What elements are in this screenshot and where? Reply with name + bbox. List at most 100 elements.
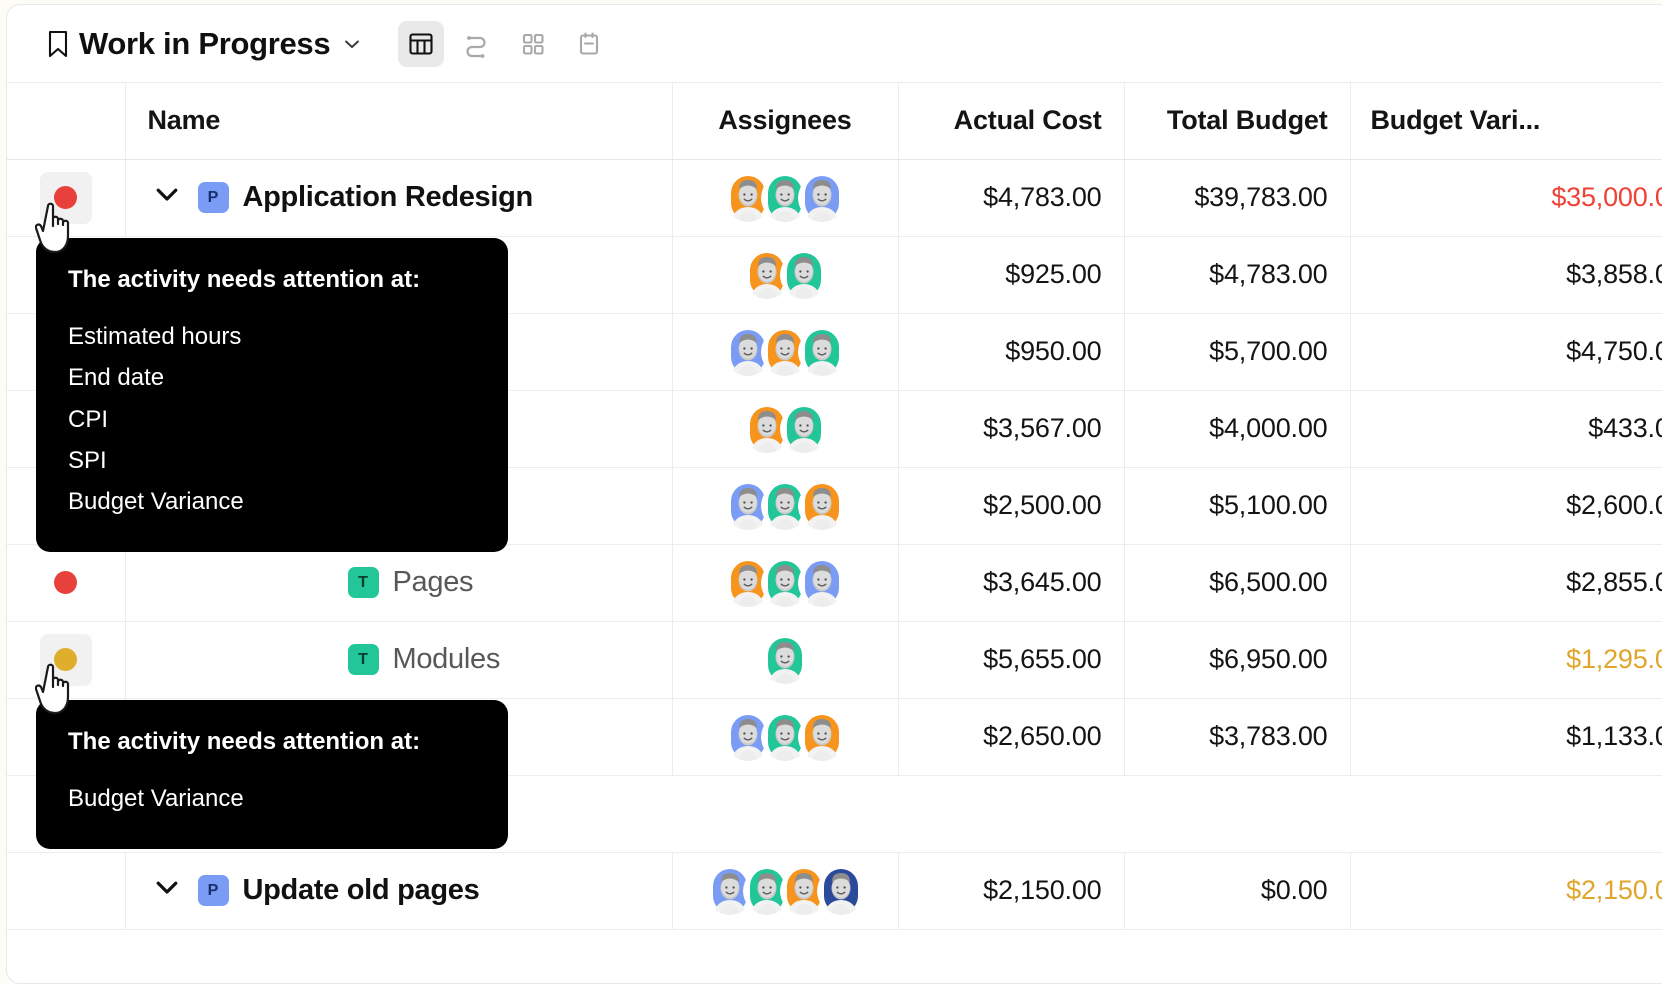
status-indicator-cell[interactable] xyxy=(7,390,126,468)
total-budget-cell[interactable]: $3,783.00 xyxy=(1124,698,1351,776)
total-budget-cell[interactable]: $6,950.00 xyxy=(1124,621,1351,699)
status-indicator-cell[interactable] xyxy=(7,775,125,853)
actual-cost-cell[interactable]: $2,150.00 xyxy=(898,852,1125,930)
budget-variance-cell[interactable]: $4,750.00 xyxy=(1350,313,1662,391)
name-cell[interactable]: P Update old pages xyxy=(125,852,673,930)
assignees-cell[interactable] xyxy=(672,159,899,237)
total-budget-cell[interactable]: $5,700.00 xyxy=(1124,313,1351,391)
actual-cost-cell[interactable]: $3,645.00 xyxy=(898,544,1125,622)
actual-cost-cell[interactable]: $925.00 xyxy=(898,236,1125,314)
avatar[interactable] xyxy=(779,250,828,299)
name-cell[interactable]: T ents xyxy=(125,467,673,545)
total-budget-cell[interactable]: $4,783.00 xyxy=(1124,236,1351,314)
actual-cost-cell[interactable]: $950.00 xyxy=(898,313,1125,391)
name-cell[interactable]: P Application Redesign xyxy=(125,159,673,237)
avatar[interactable] xyxy=(798,558,846,607)
status-indicator-cell[interactable] xyxy=(7,852,126,930)
status-indicator-cell[interactable] xyxy=(7,313,126,391)
chevron-down-icon[interactable] xyxy=(340,34,362,54)
name-cell[interactable]: T xyxy=(125,698,673,776)
avatar[interactable] xyxy=(798,173,846,222)
total-budget-cell[interactable]: $0.00 xyxy=(1124,852,1351,930)
name-cell[interactable]: T Modules xyxy=(125,621,673,699)
chevron-down-icon[interactable] xyxy=(152,872,182,909)
total-budget-cell[interactable]: $5,100.00 xyxy=(1124,467,1351,545)
avatar[interactable] xyxy=(761,635,809,684)
name-cell[interactable]: T xyxy=(125,313,673,391)
avatar[interactable] xyxy=(798,481,846,530)
actual-cost-cell[interactable] xyxy=(898,775,1124,853)
assignees-cell[interactable] xyxy=(672,775,898,853)
actual-cost-cell[interactable]: $4,783.00 xyxy=(898,159,1125,237)
column-header-total-budget[interactable]: Total Budget xyxy=(1124,83,1351,160)
assignees-cell[interactable] xyxy=(672,467,899,545)
status-indicator-cell[interactable] xyxy=(7,544,126,622)
actual-cost-cell[interactable]: $2,650.00 xyxy=(898,698,1125,776)
assignees-cell[interactable] xyxy=(672,313,899,391)
actual-cost-cell[interactable]: $2,500.00 xyxy=(898,467,1125,545)
status-dot-button[interactable] xyxy=(40,557,92,609)
item-type-badge-project: P xyxy=(197,875,229,906)
total-budget-cell[interactable] xyxy=(1124,775,1350,853)
board-view-button[interactable] xyxy=(510,21,556,67)
name-cell[interactable]: T Pages xyxy=(125,544,673,622)
table-row[interactable]: T Pages $3,645.00 $6,500.00 $2,855. xyxy=(7,544,1662,622)
column-header-assignees[interactable]: Assignees xyxy=(672,83,899,160)
column-header-name[interactable]: Name xyxy=(125,83,673,160)
workflow-view-button[interactable] xyxy=(454,21,500,67)
table-row[interactable]: T Modules $5,655.00$6,950.00$1,295.00 xyxy=(7,621,1662,699)
budget-variance-cell[interactable]: $1,133.00 xyxy=(1350,698,1662,776)
view-title-dropdown[interactable]: Work in Progress xyxy=(47,26,362,62)
status-indicator-cell[interactable] xyxy=(7,159,126,237)
name-cell[interactable]: T xyxy=(125,236,673,314)
budget-variance-cell[interactable]: $2,600.00 xyxy=(1350,467,1662,545)
status-dot-button[interactable] xyxy=(39,171,92,224)
table-row[interactable]: P Update old pages $2,150.00 $0.00 $2,15… xyxy=(7,852,1662,930)
name-cell[interactable]: T ts xyxy=(125,390,673,468)
actual-cost-cell[interactable]: $3,567.00 xyxy=(898,390,1125,468)
budget-variance-cell[interactable]: $433.00 xyxy=(1350,390,1662,468)
table-row[interactable]: T ents $2,500.00 $5,100.00 $2,600. xyxy=(7,467,1662,545)
actual-cost-cell[interactable]: $5,655.00 xyxy=(898,621,1125,699)
table-row[interactable]: T xyxy=(7,236,1662,314)
calendar-view-button[interactable] xyxy=(566,21,612,67)
table-row[interactable]: P Application Redesign $4,783.00 $39,783… xyxy=(7,159,1662,237)
assignees-cell[interactable] xyxy=(672,621,899,699)
status-indicator-cell[interactable] xyxy=(7,467,126,545)
assignees-cell[interactable] xyxy=(672,852,899,930)
total-budget-cell[interactable]: $39,783.00 xyxy=(1124,159,1351,237)
avatar[interactable] xyxy=(779,404,828,453)
column-header-budget-variance[interactable]: Budget Vari... xyxy=(1350,83,1662,160)
table-row-empty[interactable] xyxy=(7,775,1662,853)
budget-variance-cell[interactable]: $2,150.00 xyxy=(1350,852,1662,930)
assignees-cell[interactable] xyxy=(672,236,899,314)
table-row[interactable]: T xyxy=(7,698,1662,776)
total-budget-cell[interactable]: $4,000.00 xyxy=(1124,390,1351,468)
table-row[interactable]: T xyxy=(7,313,1662,391)
avatar[interactable] xyxy=(798,712,846,761)
status-indicator-cell[interactable] xyxy=(7,698,126,776)
budget-variance-cell[interactable]: $1,295.00 xyxy=(1350,621,1662,699)
table-row[interactable]: T ts $3,567.00 $4,000.00 $433. xyxy=(7,390,1662,468)
name-cell[interactable] xyxy=(125,775,672,853)
chevron-down-icon[interactable] xyxy=(152,179,182,216)
total-budget-cell[interactable]: $6,500.00 xyxy=(1124,544,1351,622)
assignees-cell[interactable] xyxy=(672,698,899,776)
budget-variance-cell[interactable]: $2,855.00 xyxy=(1350,544,1662,622)
budget-variance-cell[interactable] xyxy=(1350,775,1662,853)
status-indicator-cell[interactable] xyxy=(7,236,126,314)
table-scroll-container[interactable]: Name Assignees Actual Cost Total Budget … xyxy=(7,83,1662,981)
work-items-table: Name Assignees Actual Cost Total Budget … xyxy=(7,83,1662,930)
status-indicator-cell[interactable] xyxy=(7,621,126,699)
column-header-actual-cost[interactable]: Actual Cost xyxy=(898,83,1125,160)
avatar[interactable] xyxy=(798,327,846,376)
budget-variance-cell[interactable]: $35,000.00 xyxy=(1350,159,1662,237)
assignees-cell[interactable] xyxy=(672,390,899,468)
status-dot-button[interactable] xyxy=(39,633,92,686)
avatar[interactable] xyxy=(816,866,865,915)
item-type-badge-task: T xyxy=(347,336,379,367)
column-header-status[interactable] xyxy=(7,83,126,160)
table-view-button[interactable] xyxy=(398,20,445,67)
budget-variance-cell[interactable]: $3,858.00 xyxy=(1350,236,1662,314)
assignees-cell[interactable] xyxy=(672,544,899,622)
